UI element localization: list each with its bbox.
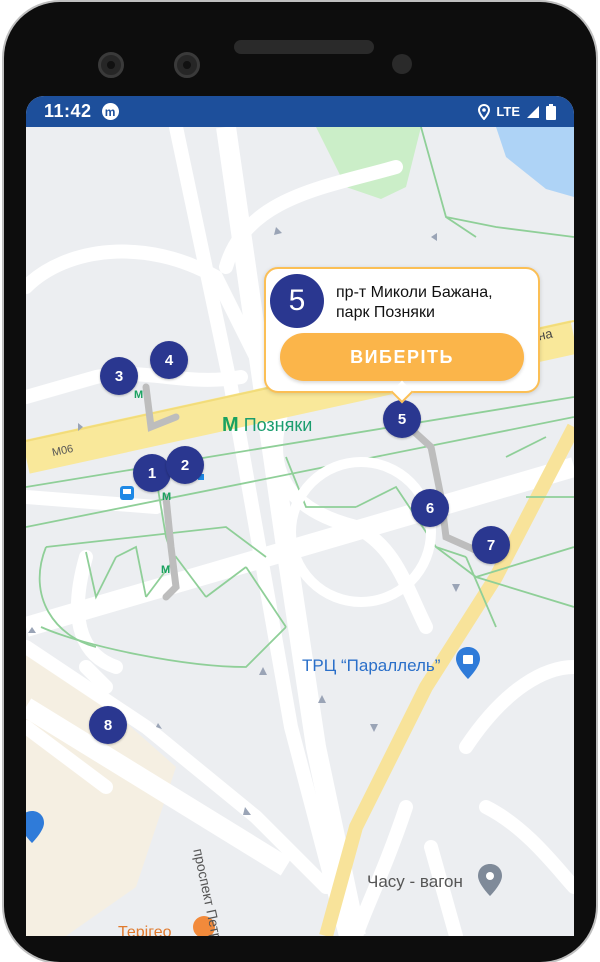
restaurant-label[interactable]: Терігео [118, 924, 172, 936]
proximity-sensor [392, 54, 412, 74]
select-button[interactable]: ВИБЕРІТЬ [280, 333, 524, 381]
network-type: LTE [496, 104, 520, 119]
station-marker-5[interactable]: 5 [383, 400, 421, 438]
front-camera-icon [98, 52, 124, 78]
signal-icon [527, 105, 539, 118]
popup-address-line2: парк Позняки [336, 304, 435, 321]
metro-entrance-icon: M [162, 491, 172, 503]
station-marker-2[interactable]: 2 [166, 446, 204, 484]
metro-entrance-icon: M [134, 389, 144, 401]
front-sensor-icon [174, 52, 200, 78]
station-marker-7[interactable]: 7 [472, 526, 510, 564]
popup-address: пр-т Миколи Бажана, парк Позняки [336, 283, 493, 323]
station-popup: 5 пр-т Миколи Бажана, парк Позняки ВИБЕР… [264, 267, 540, 404]
app-badge-icon: m [101, 103, 119, 120]
battery-icon [546, 103, 556, 120]
popup-station-number: 5 [270, 274, 324, 328]
status-time: 11:42 [44, 101, 92, 121]
station-marker-4[interactable]: 4 [150, 341, 188, 379]
status-indicators: LTE [478, 103, 556, 120]
map-view[interactable]: M Позняки М06 на ТРЦ “Параллель” Часу - … [26, 127, 574, 936]
station-marker-1[interactable]: 1 [133, 454, 171, 492]
mall-label[interactable]: ТРЦ “Параллель” [302, 656, 440, 676]
cafe-label[interactable]: Часу - вагон [367, 872, 463, 892]
status-bar: 11:42 m LTE [26, 96, 574, 127]
metro-station-label[interactable]: M Позняки [222, 414, 312, 437]
location-icon [478, 103, 491, 120]
screen: 11:42 m LTE M Позняки М06 на ТРЦ “Паралл… [26, 96, 574, 936]
station-marker-8[interactable]: 8 [89, 706, 127, 744]
lake-area [496, 127, 574, 197]
popup-address-line1: пр-т Миколи Бажана, [336, 284, 493, 301]
station-marker-6[interactable]: 6 [411, 489, 449, 527]
phone-device: 11:42 m LTE M Позняки М06 на ТРЦ “Паралл… [0, 0, 600, 962]
metro-entrance-icon: M [161, 564, 171, 576]
speaker-grille [234, 40, 374, 54]
metro-icon: M [222, 414, 239, 436]
station-marker-3[interactable]: 3 [100, 357, 138, 395]
